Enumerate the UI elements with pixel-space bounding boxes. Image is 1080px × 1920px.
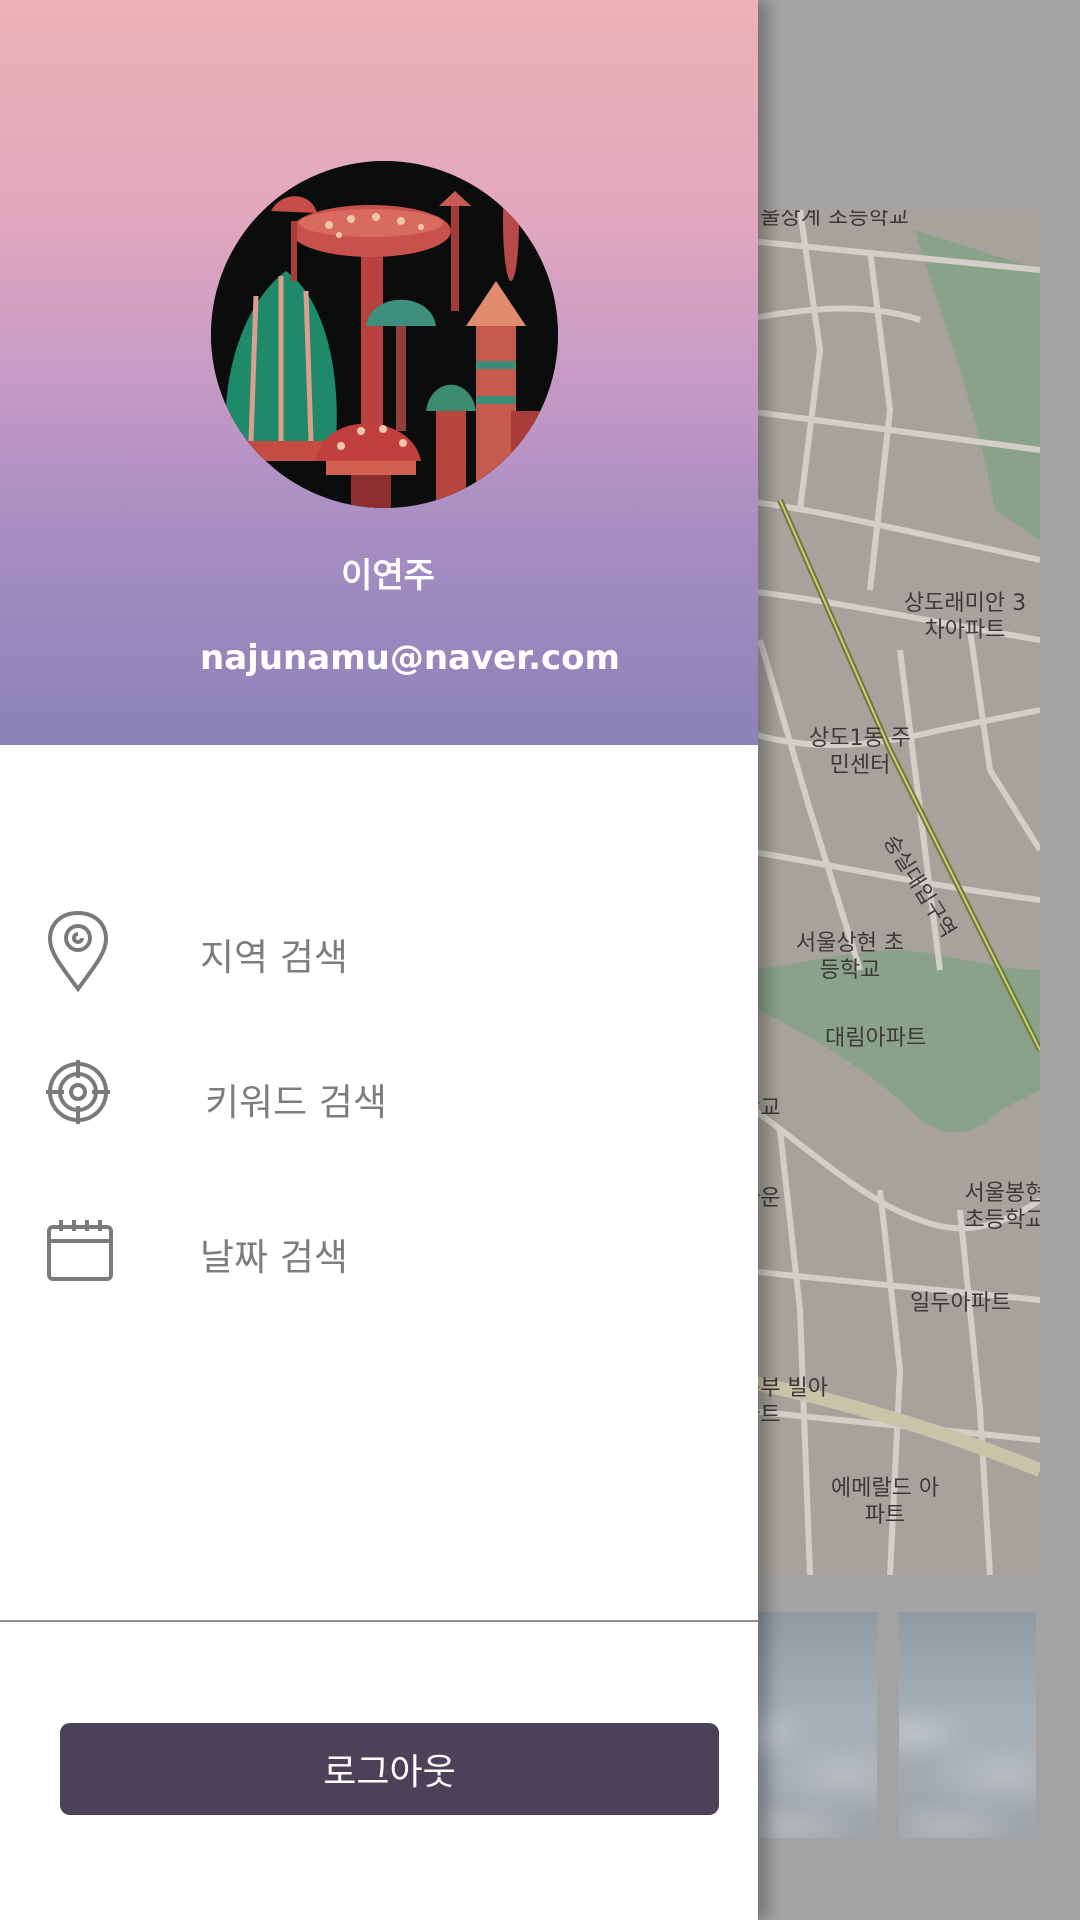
map-roads [740, 210, 1040, 1575]
drawer-header: 이연주 najunamu@naver.com [0, 0, 758, 745]
app-screen: 서울상계 초등학교 상도래미안 3차아파트 상도1동 주민센터 숭실대입구역 서… [0, 0, 1080, 1920]
menu-item-label: 날짜 검색 [200, 1236, 348, 1279]
location-pin-icon [44, 909, 112, 993]
background-map[interactable]: 서울상계 초등학교 상도래미안 3차아파트 상도1동 주민센터 숭실대입구역 서… [740, 210, 1040, 1575]
menu-item-keyword-search[interactable]: 키워드 검색 [0, 1040, 758, 1150]
user-name: 이연주 [341, 556, 435, 596]
background-photo-thumbnail[interactable] [899, 1612, 1036, 1838]
logout-button[interactable]: 로그아웃 [60, 1723, 719, 1815]
map-label: 대림아파트 [825, 1026, 927, 1051]
avatar-mushroom-illustration [211, 161, 558, 508]
map-label: 서울상현 초등학교 [795, 931, 905, 983]
menu-item-label: 지역 검색 [200, 936, 348, 979]
map-label: 에메랄드 아파트 [830, 1476, 940, 1528]
map-label: 상도1동 주민센터 [809, 726, 911, 778]
navigation-drawer: 이연주 najunamu@naver.com 지역 검색 키워드 검색 날짜 검… [0, 0, 758, 1920]
map-label: 상도래미안 3차아파트 [903, 591, 1027, 643]
map-label: 서울봉현 초등학교 [964, 1181, 1040, 1233]
map-label: 서울상계 초등학교 [740, 210, 909, 230]
background-photo-thumbnail[interactable] [740, 1612, 877, 1838]
menu-item-date-search[interactable]: 날짜 검색 [0, 1195, 758, 1305]
calendar-icon [46, 1217, 114, 1293]
map-label: 일두아파트 [910, 1291, 1012, 1316]
user-email: najunamu@naver.com [200, 638, 620, 678]
target-icon [44, 1058, 112, 1134]
drawer-divider [0, 1620, 758, 1622]
avatar[interactable] [211, 161, 558, 508]
map-park [915, 230, 1040, 540]
menu-item-label: 키워드 검색 [205, 1081, 387, 1124]
menu-item-region-search[interactable]: 지역 검색 [0, 895, 758, 1005]
